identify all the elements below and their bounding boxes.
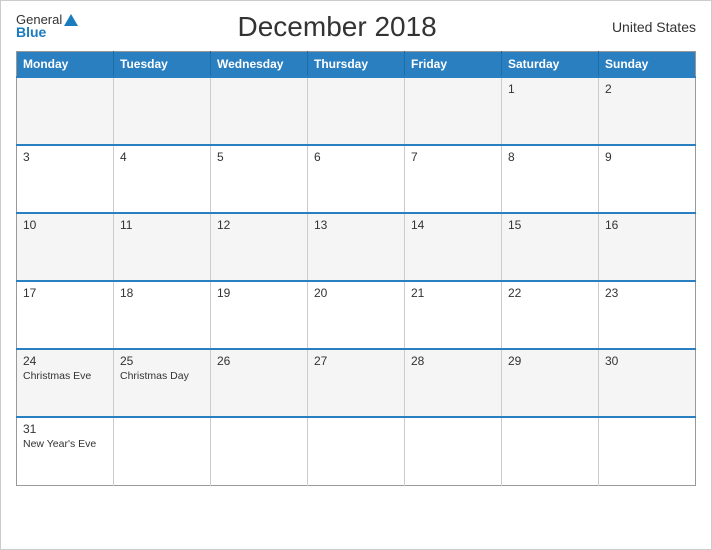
- calendar-thead: Monday Tuesday Wednesday Thursday Friday…: [17, 52, 696, 78]
- calendar-header: General Blue December 2018 United States: [16, 11, 696, 43]
- calendar-cell: 5: [211, 145, 308, 213]
- calendar-cell: 9: [599, 145, 696, 213]
- day-number: 18: [120, 286, 204, 300]
- day-number: 12: [217, 218, 301, 232]
- day-number: 13: [314, 218, 398, 232]
- day-number: 10: [23, 218, 107, 232]
- calendar-cell: 7: [405, 145, 502, 213]
- calendar-cell: 24 Christmas Eve: [17, 349, 114, 417]
- calendar-cell: 14: [405, 213, 502, 281]
- event-label: Christmas Day: [120, 370, 204, 382]
- calendar-cell: [405, 417, 502, 485]
- country-label: United States: [596, 19, 696, 35]
- calendar-cell: [308, 77, 405, 145]
- day-number: 24: [23, 354, 107, 368]
- calendar-cell: 26: [211, 349, 308, 417]
- calendar-cell: 25 Christmas Day: [114, 349, 211, 417]
- col-thursday: Thursday: [308, 52, 405, 78]
- calendar-cell: [114, 417, 211, 485]
- calendar-cell: [17, 77, 114, 145]
- calendar-table: Monday Tuesday Wednesday Thursday Friday…: [16, 51, 696, 486]
- calendar-cell: 4: [114, 145, 211, 213]
- day-number: 7: [411, 150, 495, 164]
- day-number: 8: [508, 150, 592, 164]
- day-number: 19: [217, 286, 301, 300]
- col-saturday: Saturday: [502, 52, 599, 78]
- day-number: 16: [605, 218, 689, 232]
- day-number: 30: [605, 354, 689, 368]
- calendar-cell: [211, 417, 308, 485]
- day-number: 29: [508, 354, 592, 368]
- day-number: 25: [120, 354, 204, 368]
- col-friday: Friday: [405, 52, 502, 78]
- calendar-row: 3456789: [17, 145, 696, 213]
- day-number: 22: [508, 286, 592, 300]
- calendar-cell: 11: [114, 213, 211, 281]
- calendar-cell: 16: [599, 213, 696, 281]
- calendar-cell: 31 New Year's Eve: [17, 417, 114, 485]
- calendar-row: 10 11 12 13 14 15 16: [17, 213, 696, 281]
- calendar-cell: 13: [308, 213, 405, 281]
- calendar-cell: 21: [405, 281, 502, 349]
- calendar-cell: [211, 77, 308, 145]
- calendar-cell: 1: [502, 77, 599, 145]
- calendar-cell: 23: [599, 281, 696, 349]
- weekday-header-row: Monday Tuesday Wednesday Thursday Friday…: [17, 52, 696, 78]
- col-wednesday: Wednesday: [211, 52, 308, 78]
- calendar-row: 17 18 19 20 21 22 23: [17, 281, 696, 349]
- calendar-cell: 22: [502, 281, 599, 349]
- calendar-cell: 18: [114, 281, 211, 349]
- day-number: 27: [314, 354, 398, 368]
- calendar-cell: 8: [502, 145, 599, 213]
- day-number: 15: [508, 218, 592, 232]
- calendar-cell: 3: [17, 145, 114, 213]
- calendar-cell: 12: [211, 213, 308, 281]
- calendar-cell: 19: [211, 281, 308, 349]
- calendar-title: December 2018: [78, 11, 596, 43]
- calendar-cell: [405, 77, 502, 145]
- calendar-cell: 20: [308, 281, 405, 349]
- calendar-wrapper: General Blue December 2018 United States…: [0, 0, 712, 550]
- calendar-row: 24 Christmas Eve 25 Christmas Day 26 27 28 29 30: [17, 349, 696, 417]
- day-number: 26: [217, 354, 301, 368]
- day-number: 5: [217, 150, 301, 164]
- day-number: 11: [120, 218, 204, 232]
- logo-blue-text: Blue: [16, 25, 78, 40]
- calendar-row: 31 New Year's Eve: [17, 417, 696, 485]
- day-number: 3: [23, 150, 107, 164]
- day-number: 4: [120, 150, 204, 164]
- day-number: 6: [314, 150, 398, 164]
- day-number: 21: [411, 286, 495, 300]
- calendar-cell: [114, 77, 211, 145]
- col-monday: Monday: [17, 52, 114, 78]
- day-number: 31: [23, 422, 107, 436]
- day-number: 2: [605, 82, 689, 96]
- calendar-row: 12: [17, 77, 696, 145]
- calendar-cell: 6: [308, 145, 405, 213]
- calendar-body: 123456789101112131415161718192021222324C…: [17, 77, 696, 485]
- day-number: 17: [23, 286, 107, 300]
- col-sunday: Sunday: [599, 52, 696, 78]
- calendar-cell: 27: [308, 349, 405, 417]
- calendar-cell: 10: [17, 213, 114, 281]
- day-number: 14: [411, 218, 495, 232]
- day-number: 23: [605, 286, 689, 300]
- logo: General Blue: [16, 13, 78, 41]
- calendar-cell: 15: [502, 213, 599, 281]
- calendar-cell: [502, 417, 599, 485]
- calendar-cell: 17: [17, 281, 114, 349]
- day-number: 28: [411, 354, 495, 368]
- day-number: 9: [605, 150, 689, 164]
- event-label: Christmas Eve: [23, 370, 107, 382]
- day-number: 20: [314, 286, 398, 300]
- event-label: New Year's Eve: [23, 438, 107, 450]
- calendar-cell: 28: [405, 349, 502, 417]
- col-tuesday: Tuesday: [114, 52, 211, 78]
- day-number: 1: [508, 82, 592, 96]
- calendar-cell: 29: [502, 349, 599, 417]
- calendar-cell: 2: [599, 77, 696, 145]
- calendar-cell: [599, 417, 696, 485]
- calendar-cell: 30: [599, 349, 696, 417]
- calendar-cell: [308, 417, 405, 485]
